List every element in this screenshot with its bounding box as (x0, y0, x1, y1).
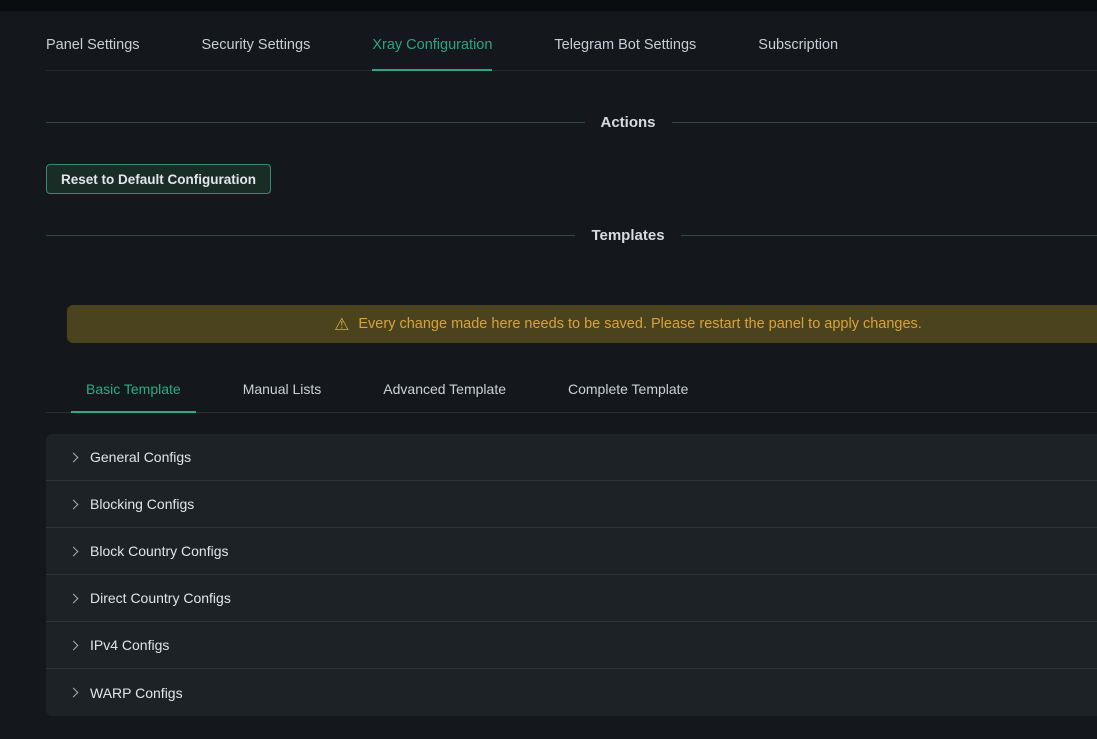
templates-divider: Templates (46, 227, 1097, 244)
divider-line (672, 122, 1097, 123)
chevron-right-icon (69, 452, 79, 462)
accordion-item-general-configs[interactable]: General Configs (46, 434, 1097, 481)
warning-banner: ⚠ Every change made here needs to be sav… (67, 305, 1097, 343)
tab-telegram-bot-settings[interactable]: Telegram Bot Settings (554, 37, 696, 70)
divider-line (46, 122, 585, 123)
accordion-item-blocking-configs[interactable]: Blocking Configs (46, 481, 1097, 528)
warning-text: Every change made here needs to be saved… (358, 316, 921, 332)
accordion-item-label: Blocking Configs (90, 496, 194, 512)
templates-section-title: Templates (591, 227, 664, 244)
accordion-item-label: WARP Configs (90, 685, 183, 701)
chevron-right-icon (69, 593, 79, 603)
actions-divider: Actions (46, 114, 1097, 131)
chevron-right-icon (69, 688, 79, 698)
tab-manual-lists[interactable]: Manual Lists (228, 381, 337, 412)
config-accordion: General Configs Blocking Configs Block C… (46, 434, 1097, 716)
warning-triangle-icon: ⚠ (334, 316, 349, 333)
accordion-item-direct-country-configs[interactable]: Direct Country Configs (46, 575, 1097, 622)
divider-line (46, 235, 575, 236)
accordion-item-label: Block Country Configs (90, 543, 229, 559)
chevron-right-icon (69, 640, 79, 650)
accordion-item-label: General Configs (90, 449, 191, 465)
tab-subscription[interactable]: Subscription (758, 37, 838, 70)
tab-security-settings[interactable]: Security Settings (202, 37, 311, 70)
accordion-item-ipv4-configs[interactable]: IPv4 Configs (46, 622, 1097, 669)
tab-advanced-template[interactable]: Advanced Template (368, 381, 521, 412)
tab-xray-configuration[interactable]: Xray Configuration (372, 37, 492, 70)
tab-complete-template[interactable]: Complete Template (553, 381, 703, 412)
accordion-item-label: Direct Country Configs (90, 590, 231, 606)
chevron-right-icon (69, 499, 79, 509)
tab-panel-settings[interactable]: Panel Settings (46, 37, 140, 70)
chevron-right-icon (69, 546, 79, 556)
accordion-item-label: IPv4 Configs (90, 637, 169, 653)
accordion-item-warp-configs[interactable]: WARP Configs (46, 669, 1097, 716)
window-top-strip (0, 0, 1097, 11)
accordion-item-block-country-configs[interactable]: Block Country Configs (46, 528, 1097, 575)
settings-tab-bar: Panel Settings Security Settings Xray Co… (46, 11, 1097, 71)
divider-line (681, 235, 1097, 236)
reset-default-config-button[interactable]: Reset to Default Configuration (46, 164, 271, 194)
template-tab-bar: Basic Template Manual Lists Advanced Tem… (46, 381, 1097, 413)
actions-section-title: Actions (601, 114, 656, 131)
tab-basic-template[interactable]: Basic Template (71, 381, 196, 412)
settings-page: Panel Settings Security Settings Xray Co… (46, 11, 1097, 716)
